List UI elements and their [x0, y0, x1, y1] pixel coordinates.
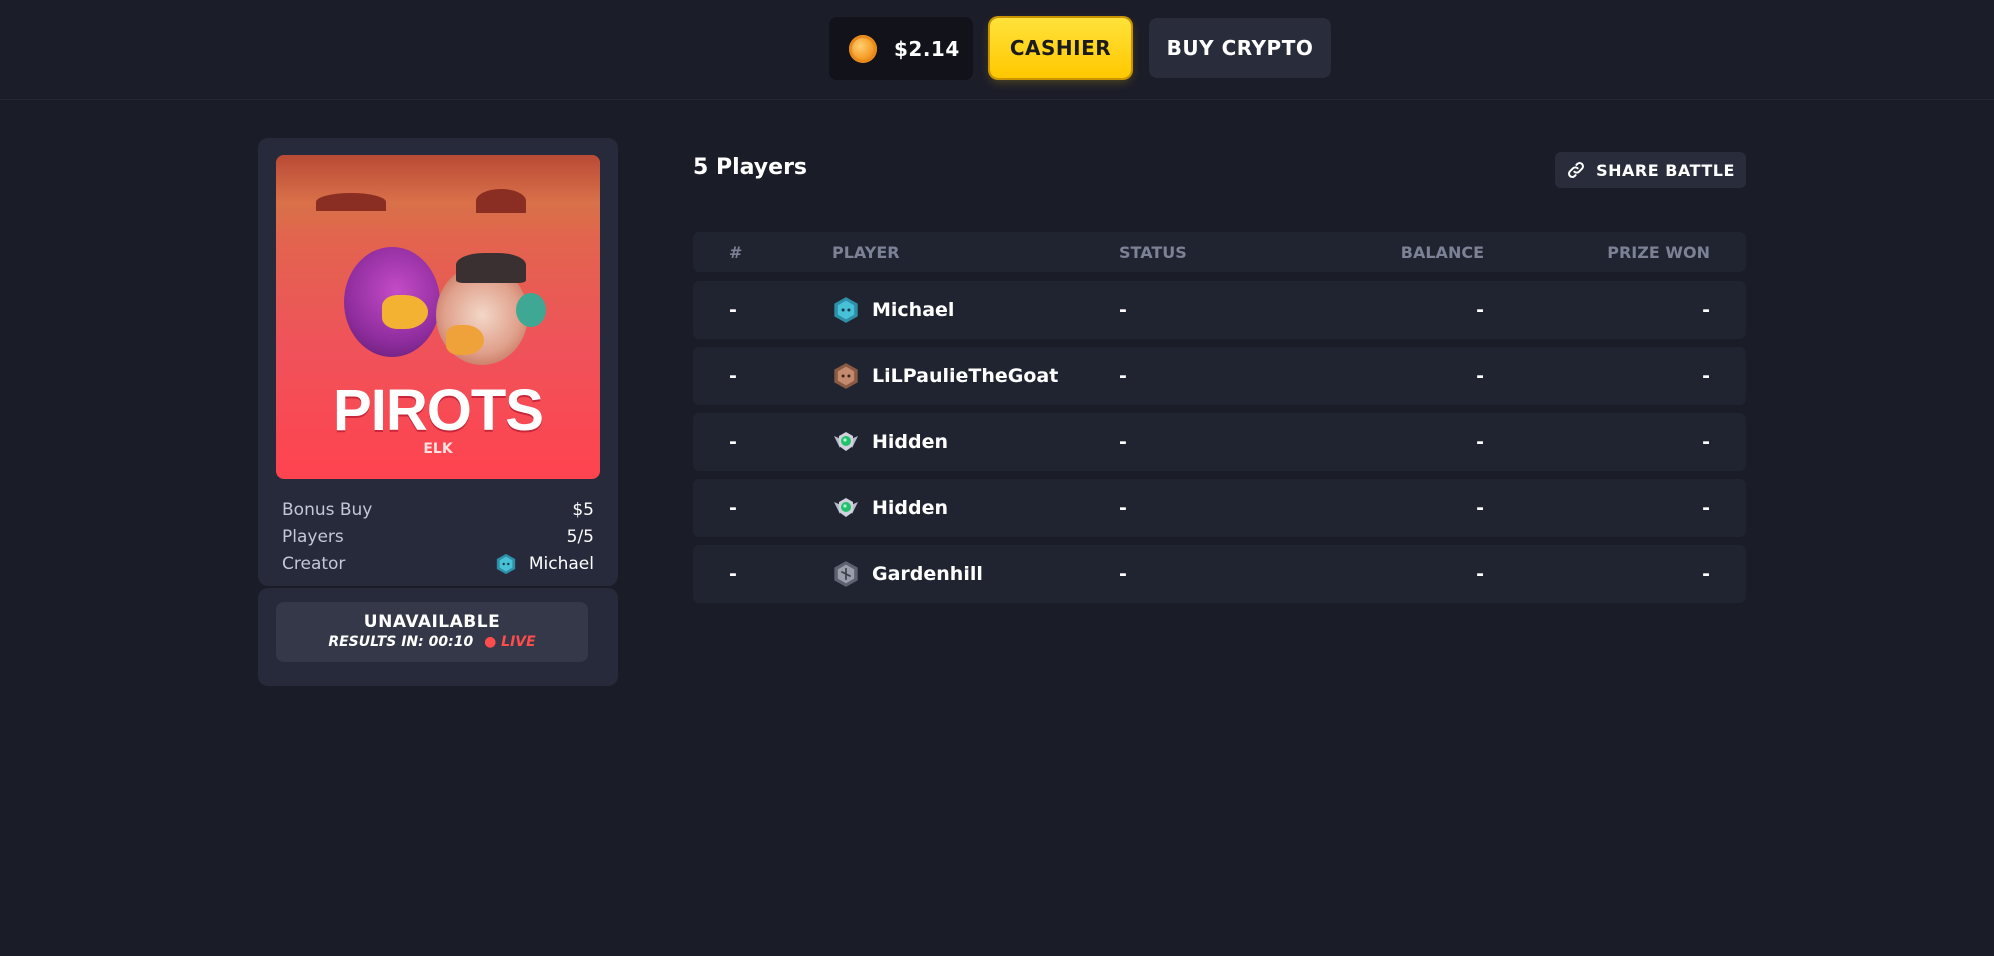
player-prize: - — [1702, 431, 1710, 453]
pirate-hat-art — [456, 253, 526, 283]
cyan-cube-icon — [834, 297, 858, 323]
battle-info-card: PIROTS ELK Bonus Buy $5 Players 5/5 Crea… — [258, 138, 618, 586]
player-cell[interactable]: LiLPaulieTheGoat — [832, 347, 1058, 405]
creator-value[interactable]: Michael — [495, 553, 594, 575]
player-name: LiLPaulieTheGoat — [872, 365, 1059, 387]
live-label: LIVE — [501, 634, 536, 650]
bronze-cube-icon — [834, 363, 858, 389]
share-label: SHARE BATTLE — [1596, 160, 1735, 180]
row-number: - — [729, 431, 737, 453]
cyan-cube-icon — [496, 553, 516, 575]
status-box: UNAVAILABLE RESULTS IN: 00:10 ● LIVE — [276, 602, 588, 662]
column-header-prize: PRIZE WON — [1607, 242, 1710, 262]
share-battle-button[interactable]: SHARE BATTLE — [1555, 152, 1746, 188]
silver-cube-icon — [834, 561, 858, 587]
player-name: Gardenhill — [872, 563, 983, 585]
status-text: UNAVAILABLE — [363, 612, 501, 632]
island-shape — [316, 193, 386, 211]
table-row: - Hidden - - - — [693, 413, 1746, 471]
table-header: # PLAYER STATUS BALANCE PRIZE WON — [693, 232, 1746, 272]
info-label: Creator — [282, 554, 346, 574]
info-label: Bonus Buy — [282, 500, 373, 520]
countdown: RESULTS IN: 00:10 ● LIVE — [276, 634, 588, 650]
column-header-balance: BALANCE — [1400, 242, 1484, 262]
cashier-button[interactable]: CASHIER — [990, 18, 1131, 78]
battle-status-card: UNAVAILABLE RESULTS IN: 00:10 ● LIVE — [258, 588, 618, 686]
live-indicator: ● LIVE — [484, 634, 536, 650]
player-prize: - — [1702, 299, 1710, 321]
player-name: Michael — [872, 299, 955, 321]
wallet-balance[interactable]: $2.14 — [829, 17, 973, 80]
info-row-bonus-buy: Bonus Buy $5 — [282, 498, 594, 522]
row-number: - — [729, 299, 737, 321]
island-shape — [476, 189, 526, 213]
player-status: - — [1119, 299, 1127, 321]
creator-name: Michael — [528, 554, 594, 574]
player-cell[interactable]: Hidden — [832, 479, 948, 537]
info-value: $5 — [572, 500, 594, 520]
game-title: PIROTS — [333, 378, 544, 443]
table-row: - Gardenhill - - - — [693, 545, 1746, 603]
column-header-player: PLAYER — [832, 242, 900, 262]
info-value: 5/5 — [566, 527, 594, 547]
row-number: - — [729, 497, 737, 519]
row-number: - — [729, 563, 737, 585]
column-header-number: # — [729, 242, 743, 262]
player-balance: - — [1476, 563, 1484, 585]
results-countdown: RESULTS IN: 00:10 — [328, 634, 474, 650]
game-thumbnail[interactable]: PIROTS ELK — [276, 155, 600, 479]
players-count-title: 5 Players — [693, 155, 808, 180]
wallet-amount: $2.14 — [894, 36, 960, 61]
player-status: - — [1119, 563, 1127, 585]
player-balance: - — [1476, 365, 1484, 387]
info-row-creator: Creator Michael — [282, 552, 594, 576]
buy-crypto-button[interactable]: BUY CRYPTO — [1149, 18, 1331, 78]
player-prize: - — [1702, 365, 1710, 387]
table-row: - Michael - - - — [693, 281, 1746, 339]
link-icon — [1568, 162, 1585, 178]
player-balance: - — [1476, 299, 1484, 321]
bird-beak-art — [446, 325, 484, 355]
top-bar: $2.14 CASHIER BUY CRYPTO — [0, 0, 1994, 100]
game-provider: ELK — [423, 441, 453, 457]
emerald-wings-icon — [834, 498, 858, 517]
info-row-players: Players 5/5 — [282, 525, 594, 549]
info-label: Players — [282, 527, 344, 547]
bird-beak-art — [382, 295, 428, 329]
player-status: - — [1119, 365, 1127, 387]
table-row: - LiLPaulieTheGoat - - - — [693, 347, 1746, 405]
column-header-status: STATUS — [1119, 242, 1187, 262]
player-name: Hidden — [872, 431, 949, 453]
parrot-art — [516, 293, 546, 327]
table-row: - Hidden - - - — [693, 479, 1746, 537]
player-prize: - — [1702, 563, 1710, 585]
coin-icon — [849, 34, 877, 63]
player-balance: - — [1476, 431, 1484, 453]
player-status: - — [1119, 497, 1127, 519]
player-cell[interactable]: Hidden — [832, 413, 948, 471]
player-status: - — [1119, 431, 1127, 453]
player-name: Hidden — [872, 497, 949, 519]
player-cell[interactable]: Gardenhill — [832, 545, 983, 603]
player-balance: - — [1476, 497, 1484, 519]
player-prize: - — [1702, 497, 1710, 519]
emerald-wings-icon — [834, 432, 858, 451]
player-cell[interactable]: Michael — [832, 281, 954, 339]
row-number: - — [729, 365, 737, 387]
